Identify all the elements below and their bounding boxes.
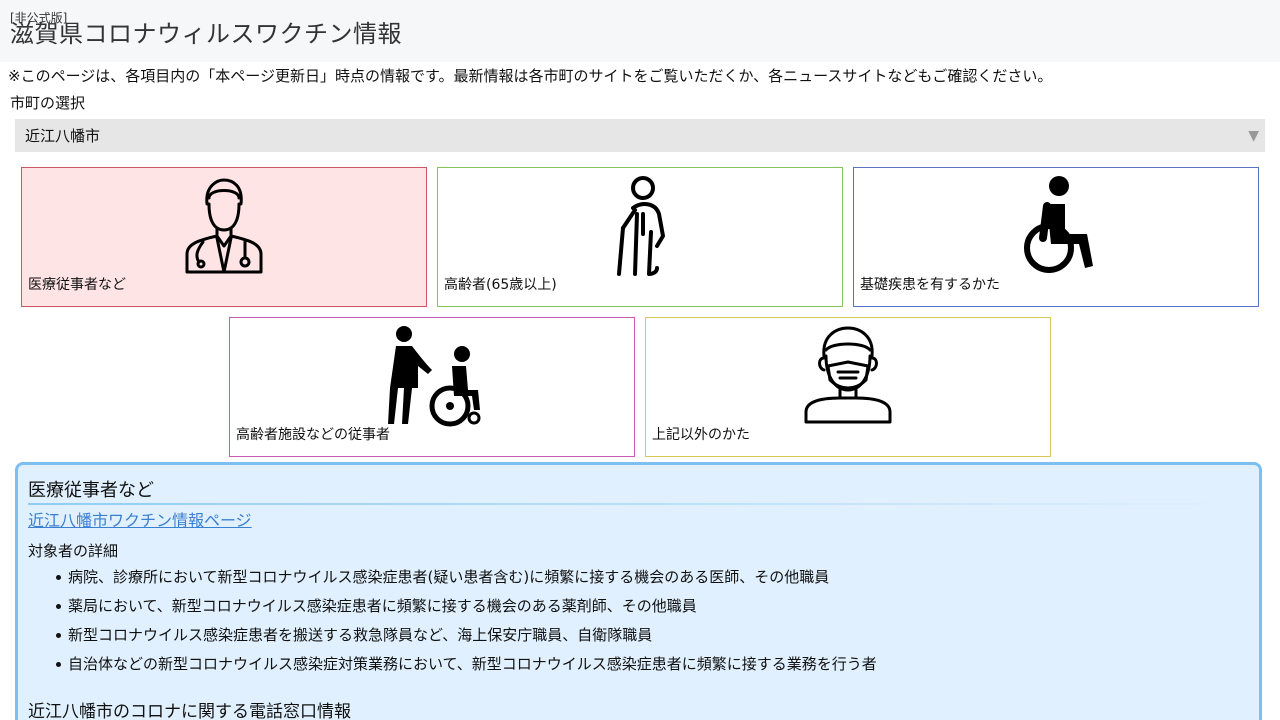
vaccine-info-link[interactable]: 近江八幡市ワクチン情報ページ — [28, 510, 252, 532]
city-select-label: 市町の選択 — [10, 94, 86, 112]
site-header: [非公式版] 滋賀県コロナウィルスワクチン情報 — [0, 0, 1280, 62]
category-detail-panel: 医療従事者など 近江八幡市ワクチン情報ページ 対象者の詳細 病院、診療所において… — [15, 462, 1262, 720]
detail-heading: 医療従事者など — [28, 480, 154, 501]
chevron-down-icon: ▼ — [1248, 128, 1259, 144]
target-details-heading: 対象者の詳細 — [28, 542, 119, 560]
category-label: 上記以外のかた — [652, 427, 750, 443]
list-item: 自治体などの新型コロナウイルス感染症対策業務において、新型コロナウイルス感染症患… — [54, 654, 877, 683]
phone-info-heading: 近江八幡市のコロナに関する電話窓口情報 — [28, 702, 351, 720]
elderly-person-icon — [617, 176, 665, 276]
category-card-elderly[interactable]: 高齢者(65歳以上) — [437, 167, 843, 307]
category-card-medical[interactable]: 医療従事者など — [21, 167, 427, 307]
category-label: 高齢者(65歳以上) — [444, 277, 557, 293]
doctor-icon — [185, 178, 263, 274]
list-item: 新型コロナウイルス感染症患者を搬送する救急隊員など、海上保安庁職員、自衛隊職員 — [54, 625, 877, 654]
city-select-value: 近江八幡市 — [25, 127, 101, 145]
city-select[interactable]: 近江八幡市 ▼ — [15, 119, 1265, 152]
page-title: 滋賀県コロナウィルスワクチン情報 — [10, 20, 402, 48]
category-card-underlying-condition[interactable]: 基礎疾患を有するかた — [853, 167, 1259, 307]
category-card-others[interactable]: 上記以外のかた — [645, 317, 1051, 457]
wheelchair-icon — [1024, 176, 1093, 273]
caregiver-icon — [388, 326, 481, 427]
masked-person-icon — [804, 326, 892, 424]
category-label: 基礎疾患を有するかた — [860, 277, 1000, 293]
target-list: 病院、診療所において新型コロナウイルス感染症患者(疑い患者含む)に頻繁に接する機… — [54, 567, 877, 683]
category-label: 高齢者施設などの従事者 — [236, 427, 390, 443]
list-item: 病院、診療所において新型コロナウイルス感染症患者(疑い患者含む)に頻繁に接する機… — [54, 567, 877, 596]
heading-divider — [28, 503, 1243, 505]
list-item: 薬局において、新型コロナウイルス感染症患者に頻繁に接する機会のある薬剤師、その他… — [54, 596, 877, 625]
category-label: 医療従事者など — [28, 277, 126, 293]
update-notice: ※このページは、各項目内の「本ページ更新日」時点の情報です。最新情報は各市町のサ… — [8, 67, 1053, 85]
category-card-facility-staff[interactable]: 高齢者施設などの従事者 — [229, 317, 635, 457]
